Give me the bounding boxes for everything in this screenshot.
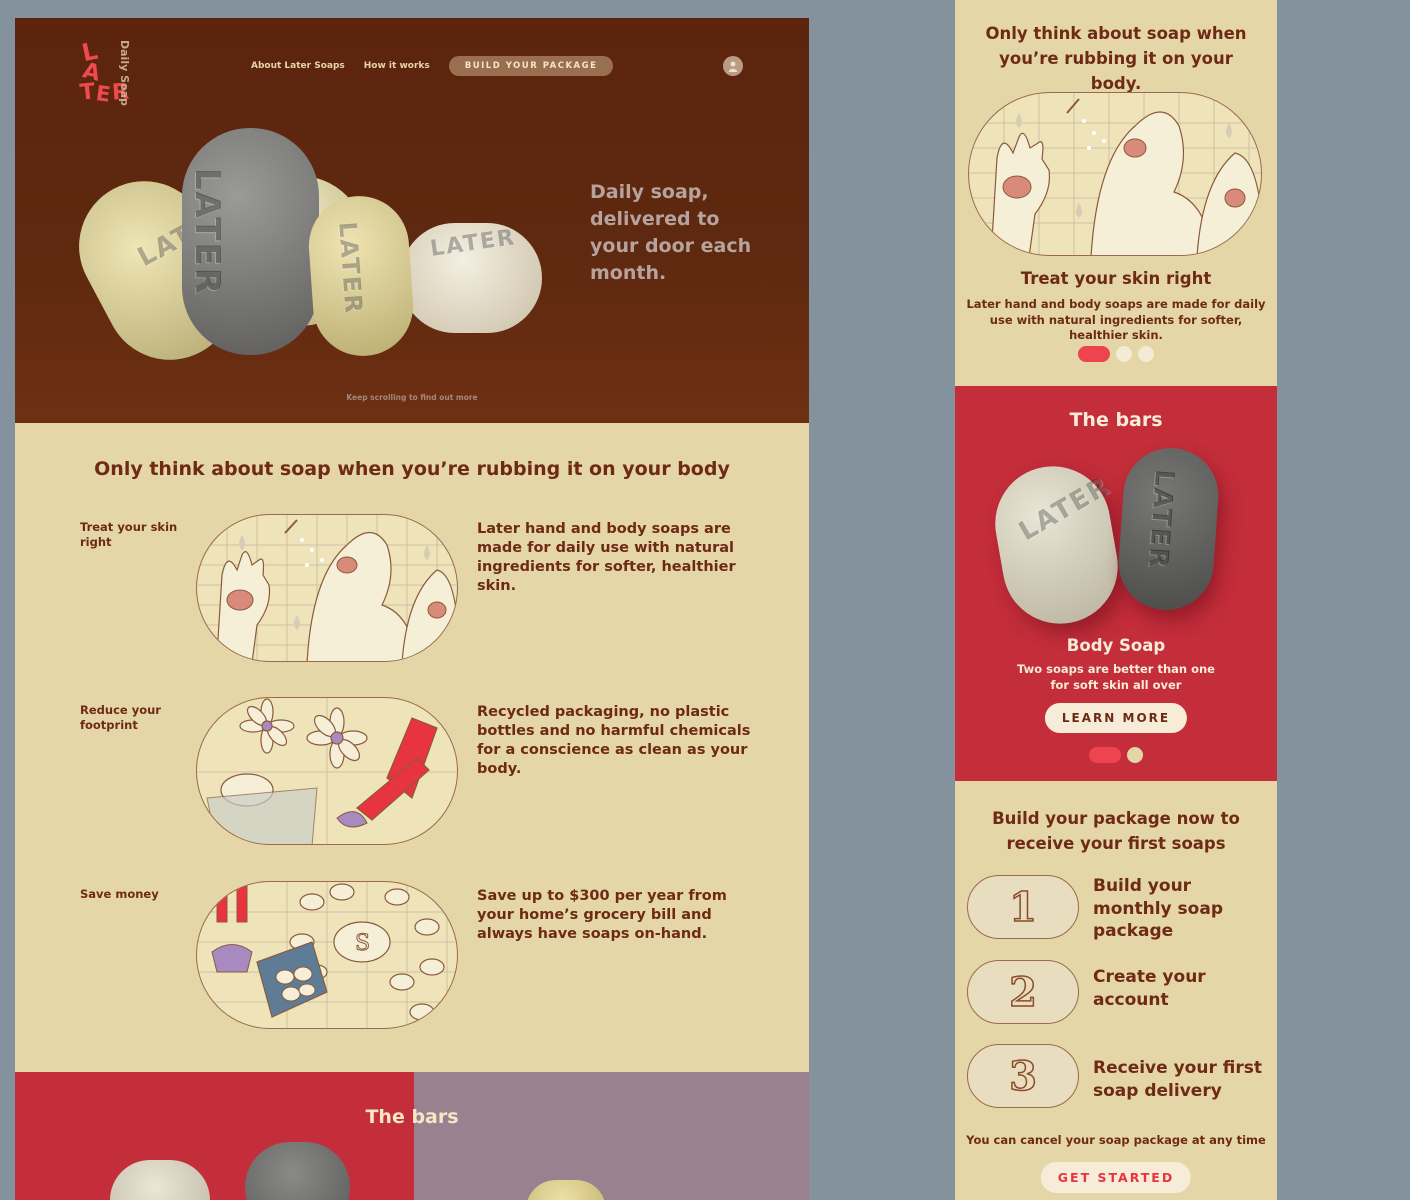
mobile-bars-title: The bars bbox=[1069, 409, 1163, 431]
product-description: Two soaps are better than one for soft s… bbox=[1017, 662, 1215, 692]
soap-stamp: LATER bbox=[187, 168, 227, 296]
carousel-dot[interactable] bbox=[1116, 346, 1132, 362]
logo-tagline: Daily Soap bbox=[118, 40, 131, 106]
soap-stamp: LATER bbox=[1014, 470, 1116, 548]
savings-illustration: S bbox=[196, 881, 458, 1029]
build-package-button[interactable]: BUILD YOUR PACKAGE bbox=[448, 56, 614, 76]
benefit-text: Save up to $300 per year from your home’… bbox=[477, 888, 727, 942]
carousel-dot[interactable] bbox=[1138, 346, 1154, 362]
account-button[interactable] bbox=[723, 56, 743, 76]
hero-title: Daily soap, delivered to your door each … bbox=[590, 181, 752, 284]
benefit-label: Reduce your footprint bbox=[80, 703, 161, 732]
shower-illustration bbox=[196, 514, 458, 662]
scroll-hint: Keep scrolling to find out more bbox=[346, 393, 478, 402]
benefits-title: Only think about soap when you’re rubbin… bbox=[94, 458, 730, 480]
step-text: Create your account bbox=[1093, 967, 1206, 1010]
nav-about-link[interactable]: About Later Soaps bbox=[251, 61, 345, 71]
benefit-label: Save money bbox=[80, 887, 159, 901]
step-item: 1 Build your monthly soap package bbox=[967, 875, 1267, 941]
carousel-dot[interactable] bbox=[1078, 346, 1110, 362]
logo-letter-e: E bbox=[94, 81, 112, 107]
soap-bar-grey: LATER bbox=[1115, 444, 1222, 614]
soap-stamp: LATER bbox=[1142, 468, 1180, 571]
bars-panel-mauve bbox=[414, 1072, 809, 1200]
step-number: 3 bbox=[1008, 1052, 1037, 1101]
benefit-text: Later hand and body soaps are made for d… bbox=[477, 521, 736, 594]
step-number-badge: 1 bbox=[967, 875, 1079, 939]
soap-bar-grey: LATER bbox=[182, 128, 319, 355]
carousel-dot[interactable] bbox=[1089, 747, 1121, 763]
soap-stamp: LATER bbox=[333, 220, 368, 316]
step-number-badge: 3 bbox=[967, 1044, 1079, 1108]
steps-title: Build your package now to receive your f… bbox=[992, 809, 1240, 853]
soap-stamp: LATER bbox=[428, 225, 518, 262]
later-logo[interactable]: L A T E R Daily Soap bbox=[78, 37, 140, 108]
step-number: 2 bbox=[1008, 968, 1037, 1017]
recycling-illustration bbox=[196, 697, 458, 845]
get-started-button[interactable]: GET STARTED bbox=[1040, 1162, 1192, 1193]
carousel-dot[interactable] bbox=[1127, 747, 1143, 763]
step-item: 3 Receive your first soap delivery bbox=[967, 1044, 1267, 1110]
desktop-preview: L A T E R Daily Soap About Later Soaps H… bbox=[15, 18, 809, 1200]
mobile-slide-title: Treat your skin right bbox=[1020, 269, 1212, 288]
mobile-slide-text: Later hand and body soaps are made for d… bbox=[966, 297, 1266, 342]
step-number-badge: 2 bbox=[967, 960, 1079, 1024]
benefit-row: Treat your skin right Later hand and bod… bbox=[15, 514, 809, 670]
soap-bar-cream: LATER bbox=[986, 457, 1127, 633]
bars-panel-red bbox=[15, 1072, 414, 1200]
logo-letter-t: T bbox=[78, 79, 97, 106]
benefit-row: Reduce your footprint Recycled packaging… bbox=[15, 697, 809, 853]
soap-bar-grey bbox=[245, 1142, 350, 1200]
step-text: Receive your first soap delivery bbox=[1093, 1058, 1262, 1101]
hero-section: L A T E R Daily Soap About Later Soaps H… bbox=[15, 18, 809, 423]
user-icon bbox=[728, 61, 738, 72]
benefits-carousel-dots bbox=[955, 346, 1277, 362]
learn-more-button[interactable]: LEARN MORE bbox=[1044, 703, 1188, 733]
step-number: 1 bbox=[1008, 883, 1037, 932]
benefit-label: Treat your skin right bbox=[80, 520, 178, 549]
cancel-note: You can cancel your soap package at any … bbox=[966, 1133, 1266, 1147]
svg-text:S: S bbox=[355, 931, 370, 956]
mobile-bars-section: The bars LATER LATER Body Soap Two soaps… bbox=[955, 386, 1277, 781]
product-name: Body Soap bbox=[1066, 636, 1166, 655]
mobile-preview: Only think about soap when you’re rubbin… bbox=[955, 0, 1277, 1200]
nav-how-link[interactable]: How it works bbox=[364, 61, 430, 71]
step-text: Build your monthly soap package bbox=[1093, 876, 1223, 941]
main-nav: About Later Soaps How it works BUILD YOU… bbox=[251, 56, 614, 76]
bars-title: The bars bbox=[365, 1106, 459, 1128]
step-item: 2 Create your account bbox=[967, 960, 1267, 1026]
bars-carousel-dots bbox=[955, 747, 1277, 763]
soap-bar-yellow bbox=[526, 1180, 606, 1200]
mobile-benefits-title: Only think about soap when you’re rubbin… bbox=[985, 24, 1247, 93]
mobile-shower-illustration bbox=[968, 92, 1262, 256]
soap-bar-cream-front: LATER bbox=[305, 192, 417, 360]
benefit-row: Save money S Save up to $300 per year fr… bbox=[15, 881, 809, 1037]
benefit-text: Recycled packaging, no plastic bottles a… bbox=[477, 704, 751, 777]
soap-bar-white: LATER bbox=[400, 223, 542, 333]
soap-bar-cream bbox=[110, 1160, 210, 1200]
